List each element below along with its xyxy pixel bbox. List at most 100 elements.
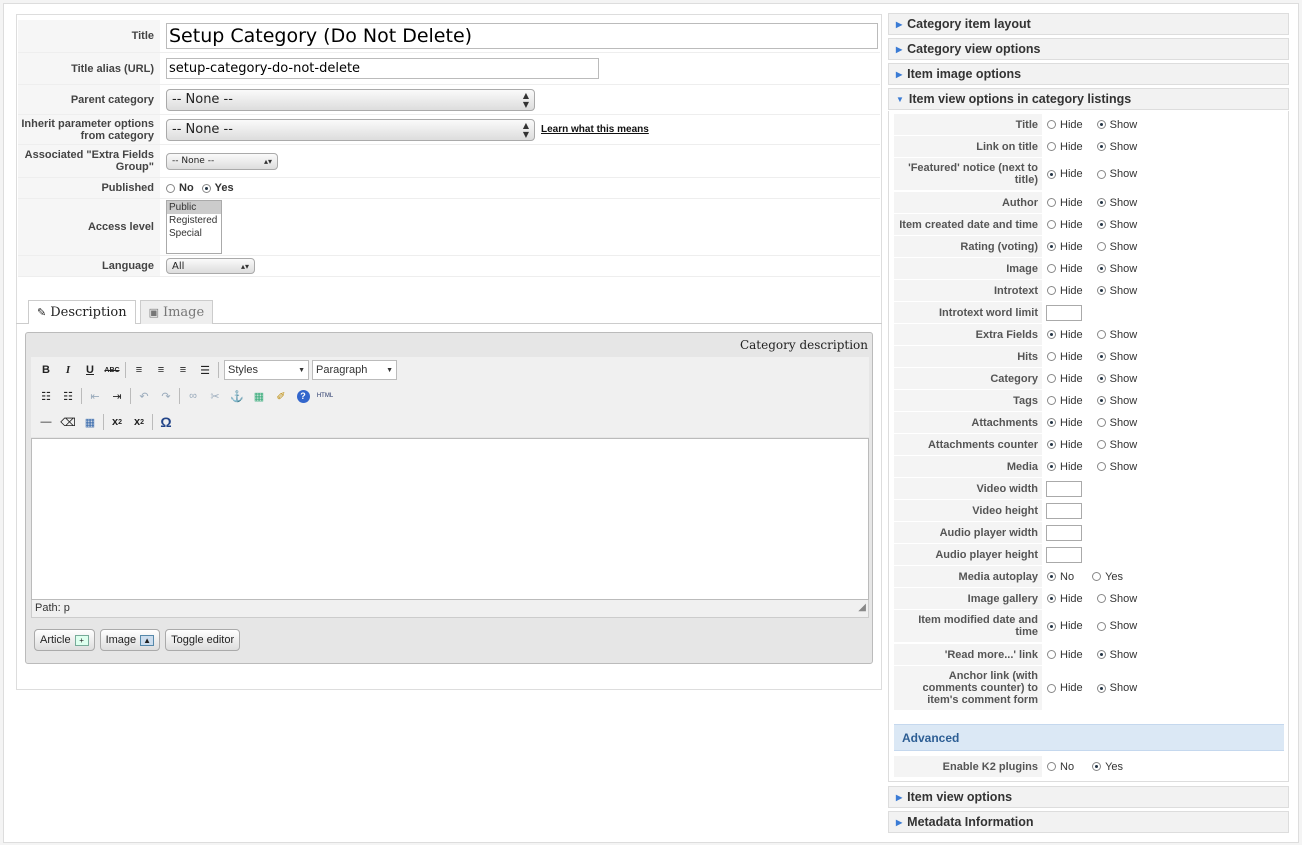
show-option[interactable]: Show [1096, 168, 1137, 180]
show-option[interactable]: Show [1096, 417, 1137, 429]
hide-radio[interactable] [1047, 286, 1056, 295]
param-input[interactable] [1046, 304, 1082, 321]
show-option[interactable]: Show [1096, 141, 1137, 153]
image-button[interactable]: Image ▲ [99, 629, 161, 651]
hide-option[interactable]: Hide [1047, 351, 1083, 363]
hide-option[interactable]: Hide [1047, 682, 1083, 694]
bullet-list-icon[interactable]: ☷ [35, 386, 57, 406]
underline-icon[interactable]: U [79, 360, 101, 380]
show-option[interactable]: Show [1096, 593, 1137, 605]
show-option[interactable]: Show [1096, 439, 1137, 451]
table-icon[interactable]: ▦ [79, 412, 101, 432]
hide-radio[interactable] [1047, 142, 1056, 151]
show-option[interactable]: Show [1096, 373, 1137, 385]
eraser-icon[interactable]: ⌫ [57, 412, 79, 432]
hide-option[interactable]: Hide [1047, 417, 1083, 429]
hide-radio[interactable] [1047, 650, 1056, 659]
hide-option[interactable]: Hide [1047, 119, 1083, 131]
panel-category-item-layout[interactable]: ▶ Category item layout [888, 13, 1289, 35]
hide-radio[interactable] [1047, 396, 1056, 405]
param-input[interactable] [1046, 480, 1082, 497]
hide-option[interactable]: Hide [1047, 620, 1083, 632]
hide-radio[interactable] [1047, 352, 1056, 361]
hide-radio[interactable] [1047, 621, 1056, 631]
hide-radio[interactable] [1047, 418, 1056, 427]
param-input[interactable] [1046, 502, 1082, 519]
show-option[interactable]: Show [1096, 285, 1137, 297]
resize-grip-icon[interactable]: ◢ [858, 599, 866, 616]
hide-radio[interactable] [1047, 440, 1056, 449]
format-select[interactable]: Paragraph ▼ [312, 360, 397, 380]
panel-item-view-listing-options[interactable]: ▼ Item view options in category listings [888, 88, 1289, 110]
yes-radio[interactable] [1092, 762, 1102, 771]
hide-option[interactable]: Hide [1047, 141, 1083, 153]
hide-option[interactable]: Hide [1047, 461, 1083, 473]
anchor-icon[interactable]: ⚓ [226, 386, 248, 406]
hide-radio[interactable] [1047, 220, 1056, 229]
show-option[interactable]: Show [1096, 219, 1137, 231]
show-radio[interactable] [1096, 220, 1106, 229]
published-yes-radio[interactable] [201, 183, 211, 193]
show-radio[interactable] [1096, 352, 1106, 361]
insert-image-icon[interactable]: ▦ [248, 386, 270, 406]
access-option[interactable]: Special [167, 227, 221, 240]
parent-select[interactable]: -- None -- ▲ ▼ [166, 88, 535, 111]
panel-category-view-options[interactable]: ▶ Category view options [888, 38, 1289, 60]
cleanup-icon[interactable]: ✐ [270, 386, 292, 406]
alias-input[interactable] [166, 58, 599, 79]
published-no-radio[interactable] [166, 183, 175, 193]
inherit-select[interactable]: -- None -- ▲ ▼ [166, 118, 535, 141]
show-option[interactable]: Show [1096, 620, 1137, 632]
indent-icon[interactable]: ⇥ [106, 386, 128, 406]
panel-item-view-options[interactable]: ▶ Item view options [888, 786, 1289, 808]
hide-radio[interactable] [1047, 169, 1056, 179]
html-icon[interactable]: HTML [314, 386, 336, 406]
styles-select[interactable]: Styles ▼ [224, 360, 309, 380]
superscript-icon[interactable]: x2 [128, 412, 150, 432]
show-radio[interactable] [1096, 242, 1106, 251]
hide-option[interactable]: Hide [1047, 263, 1083, 275]
extra-fields-select[interactable]: -- None -- ▴▾ [166, 152, 278, 170]
hide-radio[interactable] [1047, 198, 1056, 207]
no-radio[interactable] [1047, 762, 1056, 771]
show-radio[interactable] [1096, 198, 1106, 207]
show-radio[interactable] [1096, 418, 1106, 427]
yes-radio[interactable] [1092, 572, 1102, 581]
param-input[interactable] [1046, 546, 1082, 563]
show-radio[interactable] [1096, 264, 1106, 273]
hide-option[interactable]: Hide [1047, 439, 1083, 451]
param-input[interactable] [1046, 524, 1082, 541]
toggle-editor-button[interactable]: Toggle editor [165, 629, 241, 651]
panel-item-image-options[interactable]: ▶ Item image options [888, 63, 1289, 85]
show-radio[interactable] [1096, 330, 1106, 339]
hide-option[interactable]: Hide [1047, 395, 1083, 407]
numbered-list-icon[interactable]: ☷ [57, 386, 79, 406]
show-radio[interactable] [1096, 142, 1106, 151]
show-radio[interactable] [1096, 120, 1106, 129]
show-radio[interactable] [1096, 621, 1106, 631]
show-option[interactable]: Show [1096, 461, 1137, 473]
hide-option[interactable]: Hide [1047, 593, 1083, 605]
hide-radio[interactable] [1047, 594, 1056, 603]
align-center-icon[interactable]: ≡ [150, 360, 172, 380]
redo-icon[interactable]: ↷ [155, 386, 177, 406]
link-icon[interactable]: ∞ [182, 386, 204, 406]
hide-option[interactable]: Hide [1047, 219, 1083, 231]
hide-option[interactable]: Hide [1047, 197, 1083, 209]
show-radio[interactable] [1096, 374, 1106, 383]
italic-icon[interactable]: I [57, 360, 79, 380]
show-radio[interactable] [1096, 396, 1106, 405]
show-radio[interactable] [1096, 683, 1106, 693]
show-option[interactable]: Show [1096, 351, 1137, 363]
hide-radio[interactable] [1047, 330, 1056, 339]
show-option[interactable]: Show [1096, 649, 1137, 661]
show-option[interactable]: Show [1096, 119, 1137, 131]
outdent-icon[interactable]: ⇤ [84, 386, 106, 406]
yes-option[interactable]: Yes [1092, 761, 1123, 773]
hide-option[interactable]: Hide [1047, 373, 1083, 385]
show-radio[interactable] [1096, 169, 1106, 179]
show-radio[interactable] [1096, 440, 1106, 449]
hide-radio[interactable] [1047, 462, 1056, 471]
hide-radio[interactable] [1047, 683, 1056, 693]
subscript-icon[interactable]: x2 [106, 412, 128, 432]
